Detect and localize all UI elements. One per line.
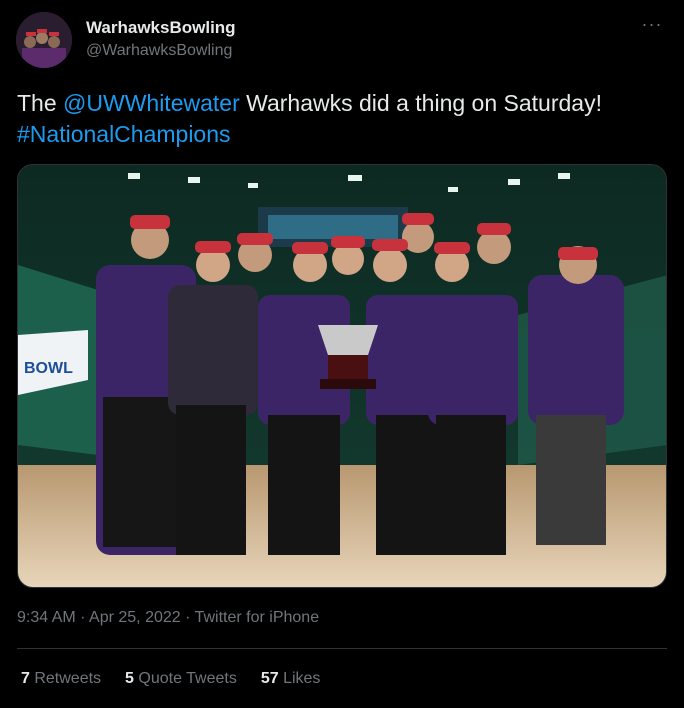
tweet-text-part: The [17,90,64,116]
likes-stat[interactable]: 57 Likes [261,670,321,688]
tweet-text: The @UWWhitewater Warhawks did a thing o… [17,88,657,150]
retweets-count: 7 [21,670,30,687]
quote-tweets-label: Quote Tweets [133,670,237,687]
display-name[interactable]: WarhawksBowling [86,18,236,38]
retweets-label: Retweets [29,670,102,687]
team-photo-icon: BOWL [18,165,666,587]
avatar[interactable] [16,12,72,68]
tweet-photo[interactable]: BOWL [17,164,667,588]
handle[interactable]: @WarhawksBowling [86,42,232,60]
timestamp[interactable]: 9:34 AM · Apr 25, 2022 · Twitter for iPh… [17,609,319,627]
tweet-text-part: Warhawks did a thing on Saturday! [239,90,602,116]
engagement-stats: 7 Retweets 5 Quote Tweets 57 Likes [21,670,320,688]
hashtag-link[interactable]: #NationalChampions [17,121,231,147]
likes-count: 57 [260,670,279,687]
svg-text:BOWL: BOWL [24,360,73,377]
likes-label: Likes [278,670,321,687]
mention-link[interactable]: @UWWhitewater [63,90,240,116]
retweets-stat[interactable]: 7 Retweets [21,670,101,688]
quote-tweets-stat[interactable]: 5 Quote Tweets [125,670,237,688]
divider [17,648,667,649]
quote-tweets-count: 5 [125,670,134,687]
more-options-icon[interactable]: ··· [638,14,666,38]
